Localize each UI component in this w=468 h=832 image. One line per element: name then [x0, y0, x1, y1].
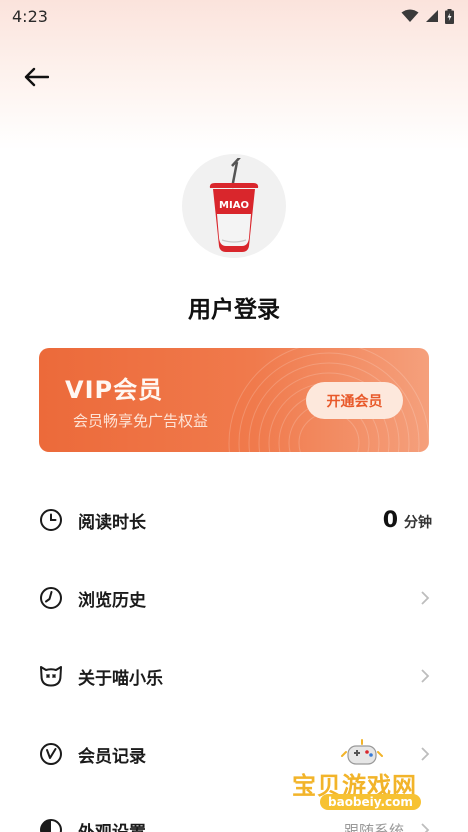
appearance-icon [38, 817, 64, 832]
watermark: 宝贝游戏网 baobeiy.com [292, 738, 442, 832]
chevron-right-icon [418, 589, 432, 607]
reading-minutes: 0 [382, 507, 398, 533]
status-bar: 4:23 [0, 0, 468, 32]
vip-subtitle: 会员畅享免广告权益 [73, 412, 209, 430]
clock-icon [38, 507, 64, 533]
avatar[interactable]: MIAO [182, 154, 286, 258]
status-icons [401, 8, 454, 24]
menu-item-label: 阅读时长 [78, 512, 146, 533]
chevron-right-icon [418, 667, 432, 685]
drink-cup-icon: MIAO [209, 158, 259, 252]
watermark-url: baobeiy.com [320, 794, 421, 810]
menu-item-history[interactable]: 浏览历史 [38, 578, 432, 618]
cup-label: MIAO [219, 200, 249, 211]
reading-unit: 分钟 [404, 514, 432, 531]
menu-item-label: 会员记录 [78, 746, 146, 767]
signal-icon [426, 10, 438, 22]
vip-title: VIP会员 [65, 376, 164, 404]
wifi-icon [401, 9, 419, 22]
menu-item-label: 浏览历史 [78, 590, 146, 611]
gamepad-icon [341, 739, 383, 765]
open-vip-button[interactable]: 开通会员 [306, 382, 403, 419]
page-title[interactable]: 用户登录 [0, 290, 468, 324]
vip-card[interactable]: VIP会员 会员畅享免广告权益 开通会员 [39, 348, 429, 452]
menu-item-label: 外观设置 [78, 818, 146, 832]
menu-item-label: 关于喵小乐 [78, 668, 163, 689]
back-button[interactable] [20, 62, 52, 92]
battery-icon [445, 8, 454, 24]
arrow-left-icon [24, 67, 49, 87]
record-icon [38, 741, 64, 767]
cat-face-icon [38, 663, 64, 689]
reading-time-value: 0 分钟 [383, 508, 432, 533]
status-time: 4:23 [12, 6, 48, 26]
menu-item-about[interactable]: 关于喵小乐 [38, 656, 432, 696]
menu-item-reading-time[interactable]: 阅读时长 0 分钟 [38, 500, 432, 540]
history-icon [38, 585, 64, 611]
